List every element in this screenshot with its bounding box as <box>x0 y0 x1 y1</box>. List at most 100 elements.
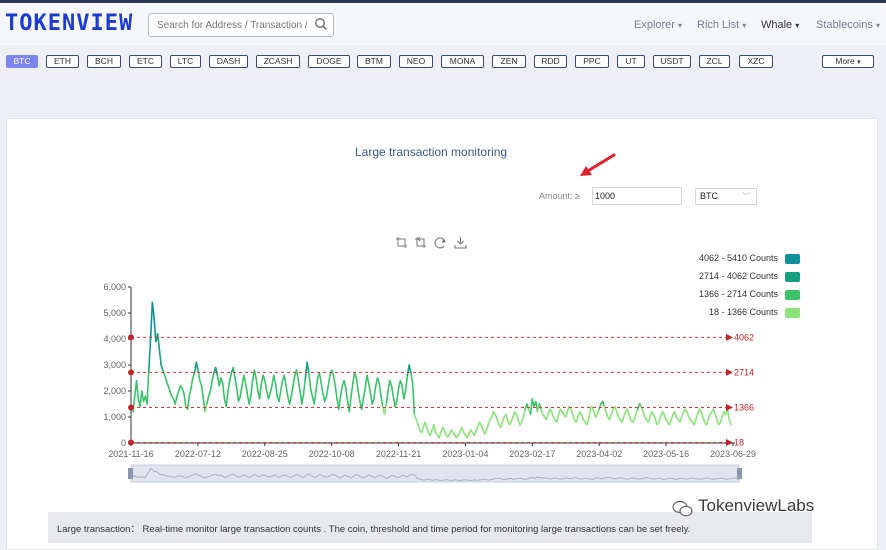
series-segment <box>615 410 620 418</box>
series-segment <box>239 384 243 398</box>
series-segment <box>461 426 465 434</box>
series-segment <box>308 371 312 390</box>
series-segment <box>545 413 549 421</box>
series-segment <box>237 395 242 403</box>
series-segment <box>670 413 674 421</box>
series-segment <box>380 395 384 408</box>
series-segment <box>327 374 331 387</box>
series-segment <box>621 416 625 424</box>
series-segment <box>540 408 544 416</box>
series-segment <box>371 397 375 405</box>
series-segment <box>702 416 706 424</box>
series-segment <box>673 410 678 418</box>
series-segment <box>353 371 358 379</box>
y-tick-label: 6,000 <box>103 282 126 292</box>
series-segment <box>726 408 731 421</box>
series-segment <box>220 377 224 385</box>
series-segment <box>345 387 349 403</box>
series-segment <box>330 369 335 377</box>
series-segment <box>622 410 627 418</box>
series-segment <box>480 423 484 431</box>
series-segment <box>169 390 173 398</box>
series-segment <box>323 395 328 403</box>
series-segment <box>158 348 162 366</box>
series-segment <box>403 390 407 400</box>
description-text: Large transaction： Real-time monitor lar… <box>57 524 691 535</box>
series-segment <box>626 408 630 416</box>
threshold-label: 18 <box>734 438 744 448</box>
zoom-handle-left <box>128 468 133 479</box>
series-segment <box>520 416 525 424</box>
series-segment <box>209 379 213 392</box>
series-segment <box>510 416 514 424</box>
series-segment <box>288 395 293 405</box>
x-tick-label: 2021-11-16 <box>108 449 153 459</box>
x-tick-label: 2023-02-17 <box>509 449 555 459</box>
series-segment <box>167 384 171 392</box>
series-segment <box>642 410 646 418</box>
series-segment <box>214 366 219 377</box>
series-segment <box>580 413 585 421</box>
threshold-arrow <box>726 439 733 447</box>
series-segment <box>663 413 667 421</box>
series-segment <box>279 379 284 392</box>
series-segment <box>228 371 233 382</box>
series-segment <box>315 377 319 392</box>
series-segment <box>605 410 609 418</box>
series-segment <box>195 361 199 372</box>
threshold-label: 2714 <box>734 367 754 377</box>
series-segment <box>343 379 347 390</box>
threshold-arrow <box>726 368 733 376</box>
series-segment <box>596 408 600 416</box>
series-segment <box>295 369 300 382</box>
series-segment <box>571 413 576 421</box>
series-segment <box>396 387 400 403</box>
series-segment <box>234 377 238 390</box>
series-segment <box>297 379 301 392</box>
series-segment <box>411 382 416 416</box>
series-segment <box>550 410 555 418</box>
series-segment <box>278 390 282 403</box>
series-segment <box>522 408 527 418</box>
series-segment <box>253 369 257 379</box>
series-segment <box>258 382 263 400</box>
series-segment <box>153 317 157 343</box>
series-segment <box>415 418 419 426</box>
series-segment <box>235 387 240 403</box>
series-segment <box>658 416 662 424</box>
y-tick-label: 0 <box>121 438 126 448</box>
series-segment <box>255 377 259 392</box>
series-segment <box>410 371 414 385</box>
series-segment <box>538 403 542 411</box>
series-segment <box>302 377 307 395</box>
y-tick-label: 4,000 <box>103 334 126 344</box>
series-segment <box>628 413 632 421</box>
series-segment <box>714 413 718 421</box>
zoom-handle-right <box>737 468 742 479</box>
series-segment <box>183 392 187 408</box>
series-segment <box>149 301 154 340</box>
series-segment <box>332 374 337 387</box>
y-tick-label: 3,000 <box>103 360 126 370</box>
series-segment <box>633 413 637 421</box>
series-segment <box>309 387 314 398</box>
series-segment <box>564 410 569 418</box>
series-segment <box>408 364 412 374</box>
series-segment <box>485 423 490 431</box>
series-segment <box>494 413 498 421</box>
series-segment <box>424 421 428 429</box>
series-segment <box>357 390 361 403</box>
series-segment <box>320 382 324 395</box>
watermark: TokenviewLabs <box>698 496 815 515</box>
x-tick-label: 2023-05-16 <box>643 449 689 459</box>
series-segment <box>362 387 366 400</box>
series-segment <box>373 384 377 400</box>
series-segment <box>417 423 421 431</box>
x-tick-label: 2023-04-02 <box>576 449 622 459</box>
x-tick-label: 2022-10-08 <box>309 449 355 459</box>
series-segment <box>505 413 509 421</box>
series-segment <box>355 377 359 392</box>
series-segment <box>267 392 271 400</box>
series-segment <box>443 429 447 437</box>
series-segment <box>420 426 425 434</box>
